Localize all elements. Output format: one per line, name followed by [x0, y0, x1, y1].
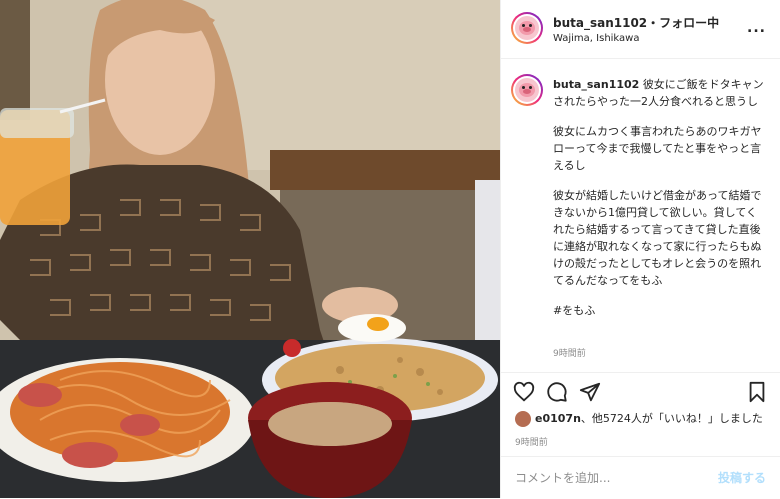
caption-timestamp: 9時間前	[553, 349, 586, 359]
likes-count-text[interactable]: 、他5724人が「いいね！」しました	[581, 412, 763, 425]
post-comment-button[interactable]: 投稿する	[718, 469, 766, 486]
caption-paragraph: buta_san1102 彼女にご飯をドタキャンされたらやった一2人分食べれると…	[553, 76, 767, 110]
username-link[interactable]: buta_san1102	[553, 16, 647, 30]
caption-paragraph: 彼女にムカつく事言われたらあのワキガヤローって今まで我慢してたと事をやっと言える…	[553, 125, 762, 172]
avatar[interactable]	[511, 74, 543, 106]
caption-text: buta_san1102 彼女にご飯をドタキャンされたらやった一2人分食べれると…	[553, 76, 767, 332]
post-sidebar: buta_san1102・フォロー中 Wajima, Ishikawa ... …	[500, 0, 780, 498]
caption-area: buta_san1102 彼女にご飯をドタキャンされたらやった一2人分食べれると…	[501, 58, 780, 370]
bookmark-icon[interactable]	[746, 381, 768, 403]
pig-avatar-icon	[515, 78, 539, 102]
caption-paragraph: 彼女が結婚したいけど借金があって結婚できないから1億円貸して欲しい。貸してくれた…	[553, 189, 762, 287]
post-photo[interactable]	[0, 0, 500, 498]
share-icon[interactable]	[579, 381, 601, 403]
location-link[interactable]: Wajima, Ishikawa	[553, 33, 639, 44]
liker-avatar[interactable]	[515, 411, 531, 427]
comment-input[interactable]: コメントを追加...	[515, 469, 610, 486]
avatar[interactable]	[511, 12, 543, 44]
more-icon[interactable]: ...	[747, 20, 766, 36]
photo-illustration	[0, 0, 500, 498]
pig-avatar-icon	[515, 16, 539, 40]
likes-summary: e0107n、他5724人が「いいね！」しました	[515, 410, 775, 427]
action-bar	[501, 372, 780, 407]
header-username-line: buta_san1102・フォロー中	[553, 14, 719, 31]
instagram-post-view: buta_san1102・フォロー中 Wajima, Ishikawa ... …	[0, 0, 780, 498]
post-timestamp: 9時間前	[515, 438, 548, 448]
post-header: buta_san1102・フォロー中 Wajima, Ishikawa ...	[501, 0, 780, 59]
hashtag[interactable]: #をもふ	[553, 302, 767, 319]
heart-icon[interactable]	[513, 381, 535, 403]
comment-box: コメントを追加... 投稿する	[501, 456, 780, 499]
liker-username[interactable]: e0107n	[535, 412, 581, 425]
comment-icon[interactable]	[546, 381, 568, 403]
follow-status[interactable]: ・フォロー中	[647, 16, 719, 30]
caption-username[interactable]: buta_san1102	[553, 78, 639, 91]
